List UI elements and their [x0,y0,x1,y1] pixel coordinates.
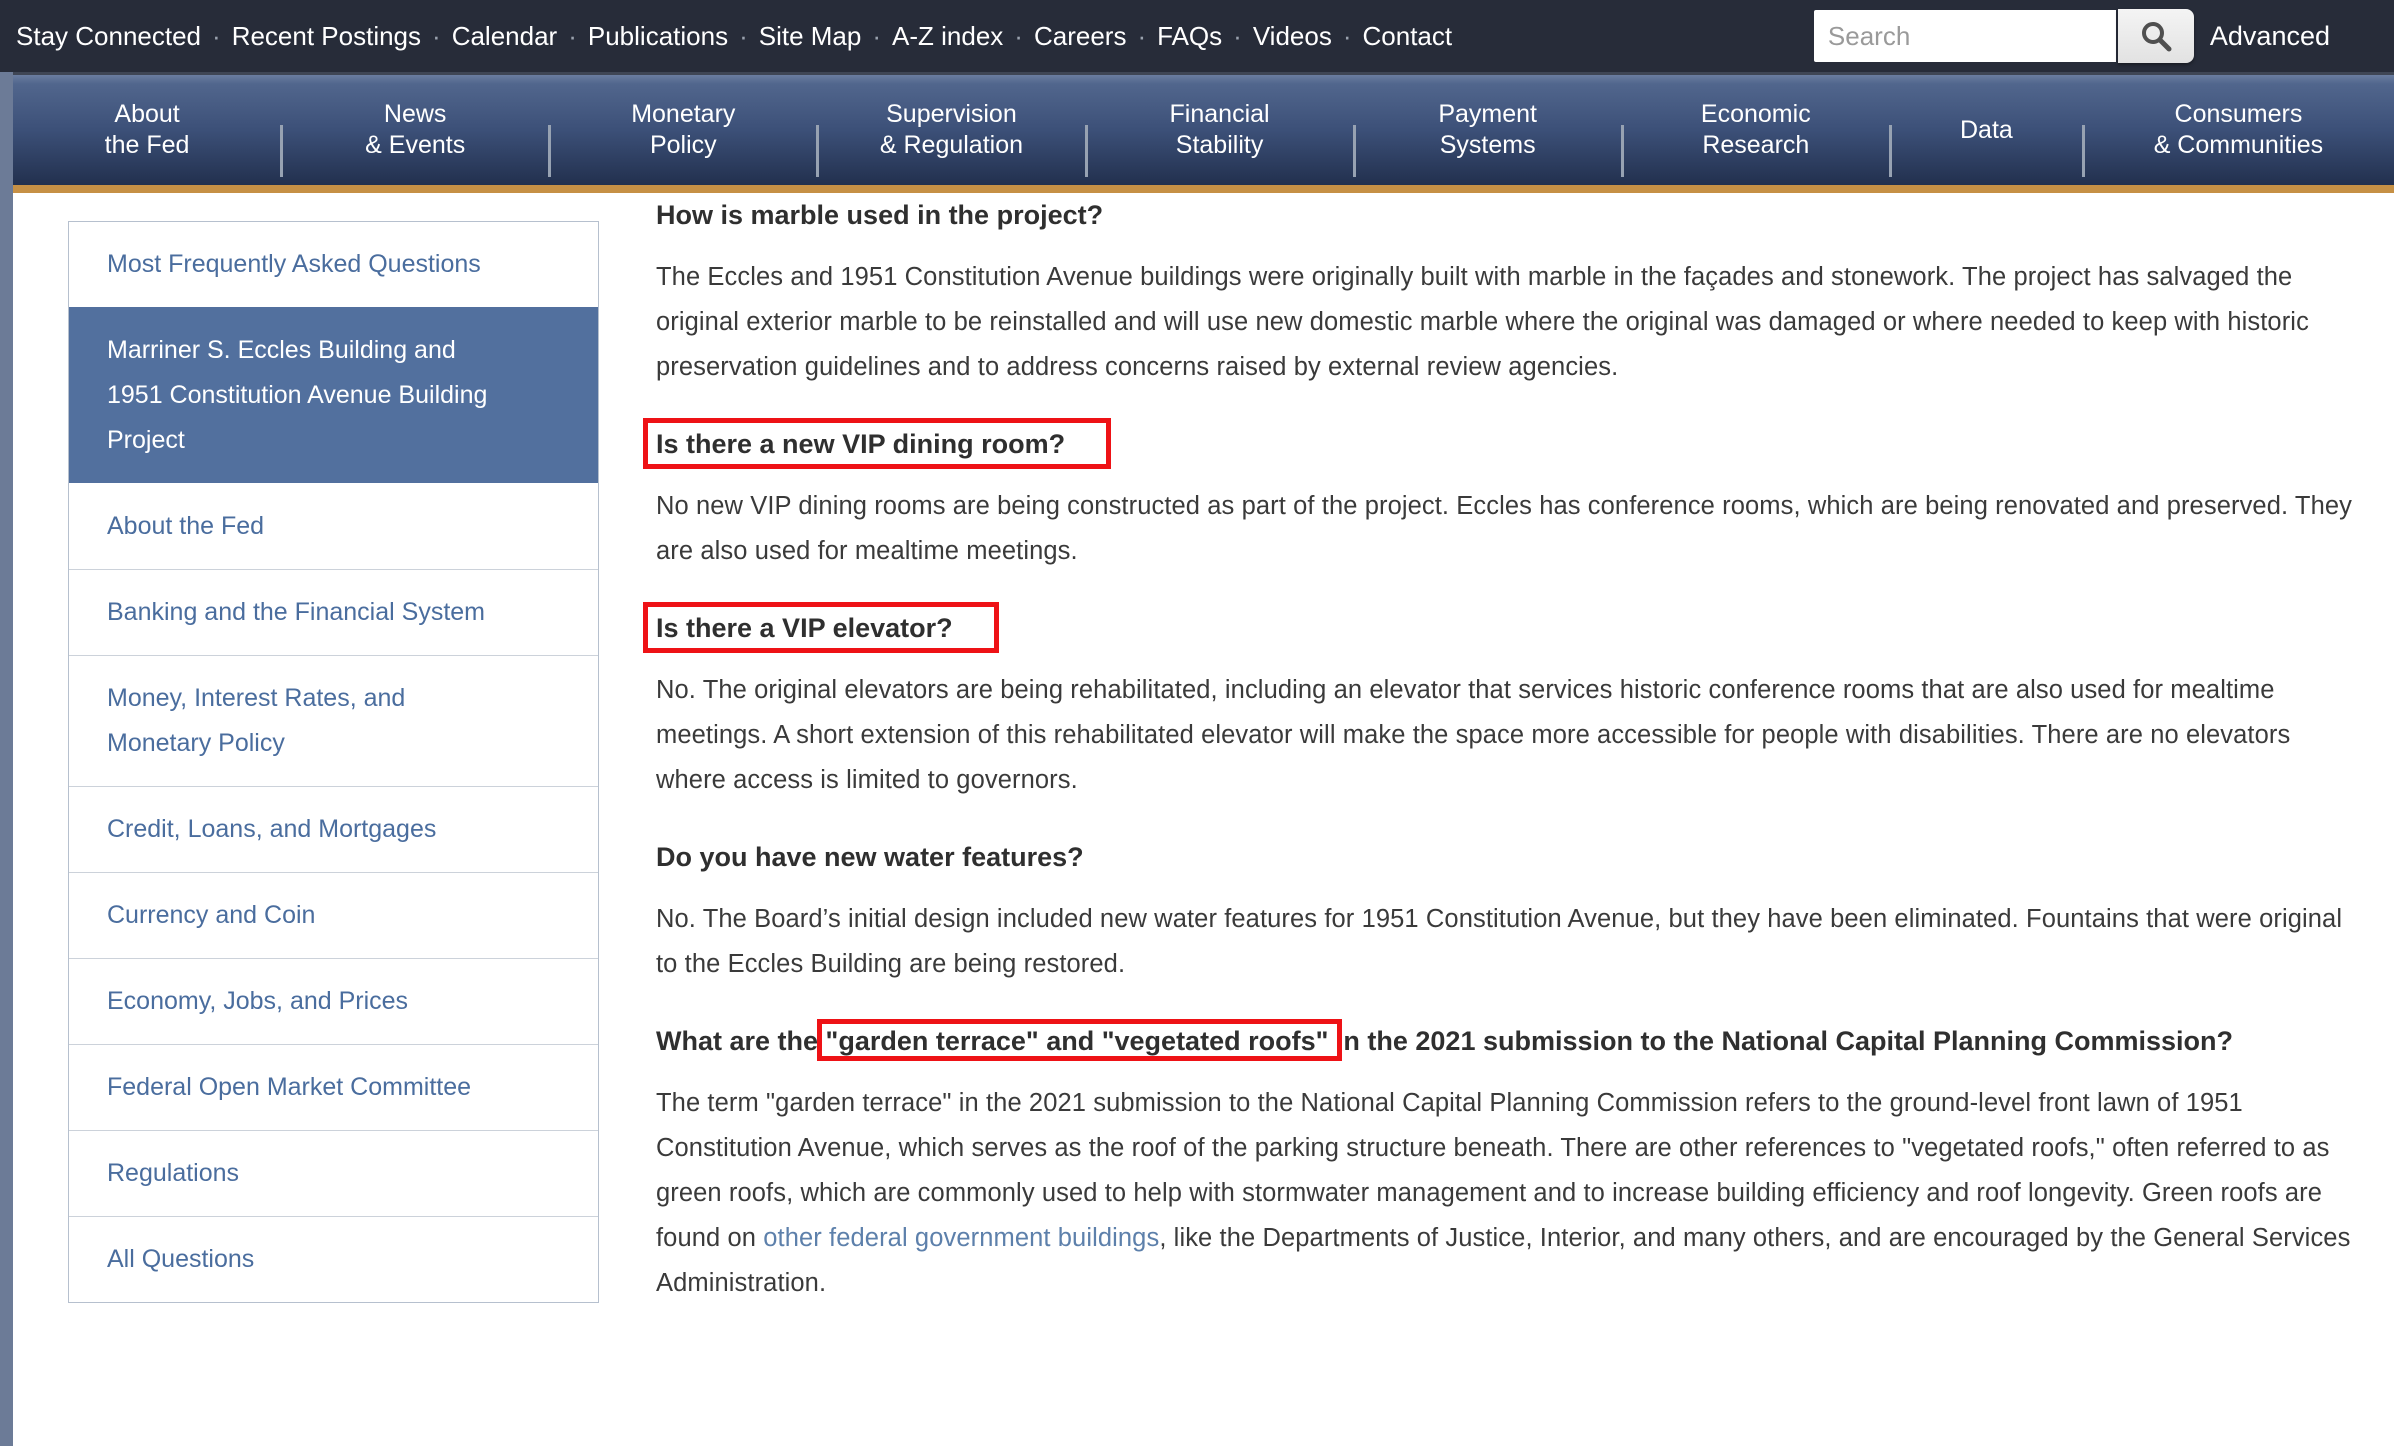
nav-item-label: News [384,99,447,130]
nav-item-about-the-fed[interactable]: Aboutthe Fed [13,75,281,185]
sidebar-item-about-the-fed[interactable]: About the Fed [69,483,598,569]
topbar-link-contact[interactable]: Contact [1359,21,1457,52]
answer-text: No new VIP dining rooms are being constr… [656,492,2352,565]
separator-dot: · [425,21,448,52]
nav-item-label: & Communities [2154,130,2324,161]
topbar-link-calendar[interactable]: Calendar [448,21,562,52]
nav-item-label: & Events [365,130,465,161]
nav-item-label: About [114,99,179,130]
nav-item-monetary-policy[interactable]: MonetaryPolicy [549,75,817,185]
separator-dot: · [205,21,228,52]
nav-item-supervision-regulation[interactable]: Supervision& Regulation [817,75,1085,185]
sidebar-item-marriner-s-eccles-building-and-1951-constitution-avenue-building-project[interactable]: Marriner S. Eccles Building and 1951 Con… [69,307,598,483]
nav-item-consumers-communities[interactable]: Consumers& Communities [2083,75,2394,185]
topbar-link-faqs[interactable]: FAQs [1153,21,1226,52]
nav-item-label: Consumers [2175,99,2303,130]
sidebar-item-credit-loans-and-mortgages[interactable]: Credit, Loans, and Mortgages [69,786,598,872]
sidebar-item-money-interest-rates-and-monetary-policy[interactable]: Money, Interest Rates, and Monetary Poli… [69,655,598,786]
nav-item-financial-stability[interactable]: FinancialStability [1086,75,1354,185]
topbar-link-stay-connected[interactable]: Stay Connected [12,21,205,52]
advanced-search-link[interactable]: Advanced [2210,21,2330,52]
search-icon [2139,19,2173,53]
separator-dot: · [865,21,888,52]
separator-dot: · [561,21,584,52]
topbar-links: Stay Connected·Recent Postings·Calendar·… [12,21,1456,52]
sidebar-item-currency-and-coin[interactable]: Currency and Coin [69,872,598,958]
separator-dot: · [1336,21,1359,52]
nav-item-news-events[interactable]: News& Events [281,75,549,185]
answer-text: No. The original elevators are being reh… [656,676,2290,794]
faq-question: Is there a VIP elevator? [656,612,2361,645]
separator-dot: · [732,21,755,52]
faq-question: Do you have new water features? [656,841,2361,874]
inline-link-other-federal-government-buildings[interactable]: other federal government buildings [763,1224,1159,1252]
nav-item-label: Financial [1170,99,1270,130]
sidebar-item-federal-open-market-committee[interactable]: Federal Open Market Committee [69,1044,598,1130]
nav-item-label: Systems [1440,130,1536,161]
faq-answer: The Eccles and 1951 Constitution Avenue … [656,255,2361,390]
nav-item-data[interactable]: Data [1890,75,2083,185]
search-input[interactable] [1814,10,2116,62]
faq-answer: No. The original elevators are being reh… [656,668,2361,803]
topbar-link-a-z-index[interactable]: A-Z index [888,21,1007,52]
faq-answer: No new VIP dining rooms are being constr… [656,484,2361,574]
left-edge-strip [0,72,13,1446]
nav-item-label: Payment [1438,99,1537,130]
topbar-link-recent-postings[interactable]: Recent Postings [228,21,425,52]
nav-item-economic-research[interactable]: EconomicResearch [1622,75,1890,185]
annotation-red-box: Is there a new VIP dining room? [656,428,1065,461]
faq-answer: The term "garden terrace" in the 2021 su… [656,1081,2361,1306]
faq-question: What are the "garden terrace" and "veget… [656,1025,2361,1058]
sidebar-item-regulations[interactable]: Regulations [69,1130,598,1216]
nav-item-label: Supervision [886,99,1017,130]
separator-dot: · [1007,21,1030,52]
annotation-red-box: "garden terrace" and "vegetated roofs" [826,1025,1329,1058]
nav-item-label: Monetary [631,99,735,130]
question-text: How is marble used in the project? [656,200,1103,230]
nav-item-label: Research [1702,130,1809,161]
nav-item-payment-systems[interactable]: PaymentSystems [1354,75,1622,185]
faq-content: How is marble used in the project? The Ec… [656,199,2361,1339]
nav-item-label: Data [1960,115,2013,146]
annotation-red-box: Is there a VIP elevator? [656,612,953,645]
nav-item-label: Stability [1176,130,1264,161]
search-area: Advanced [1814,9,2330,63]
faq-sidebar: Most Frequently Asked QuestionsMarriner … [68,221,599,1303]
main-nav: Aboutthe FedNews& EventsMonetaryPolicySu… [13,72,2394,185]
sidebar-item-all-questions[interactable]: All Questions [69,1216,598,1302]
topbar: Stay Connected·Recent Postings·Calendar·… [0,0,2394,72]
topbar-link-site-map[interactable]: Site Map [755,21,866,52]
topbar-link-publications[interactable]: Publications [584,21,732,52]
nav-item-label: Economic [1701,99,1811,130]
separator-dot: · [1226,21,1249,52]
separator-dot: · [1130,21,1153,52]
answer-text: The Eccles and 1951 Constitution Avenue … [656,263,2309,381]
faq-question: How is marble used in the project? [656,199,2361,232]
page-body: Most Frequently Asked QuestionsMarriner … [0,193,2394,1339]
sidebar-item-most-frequently-asked-questions[interactable]: Most Frequently Asked Questions [69,222,598,307]
faq-question: Is there a new VIP dining room? [656,428,2361,461]
question-text: in the 2021 submission to the National C… [1328,1026,2233,1056]
nav-item-label: Policy [650,130,717,161]
answer-text: No. The Board’s initial design included … [656,905,2342,978]
topbar-link-careers[interactable]: Careers [1030,21,1130,52]
topbar-link-videos[interactable]: Videos [1249,21,1336,52]
question-text: Do you have new water features? [656,842,1084,872]
search-button[interactable] [2118,9,2194,63]
sidebar-item-economy-jobs-and-prices[interactable]: Economy, Jobs, and Prices [69,958,598,1044]
nav-item-label: & Regulation [880,130,1023,161]
nav-item-label: the Fed [105,130,190,161]
gold-divider [13,185,2394,193]
question-text: What are the [656,1026,826,1056]
faq-answer: No. The Board’s initial design included … [656,897,2361,987]
sidebar-item-banking-and-the-financial-system[interactable]: Banking and the Financial System [69,569,598,655]
